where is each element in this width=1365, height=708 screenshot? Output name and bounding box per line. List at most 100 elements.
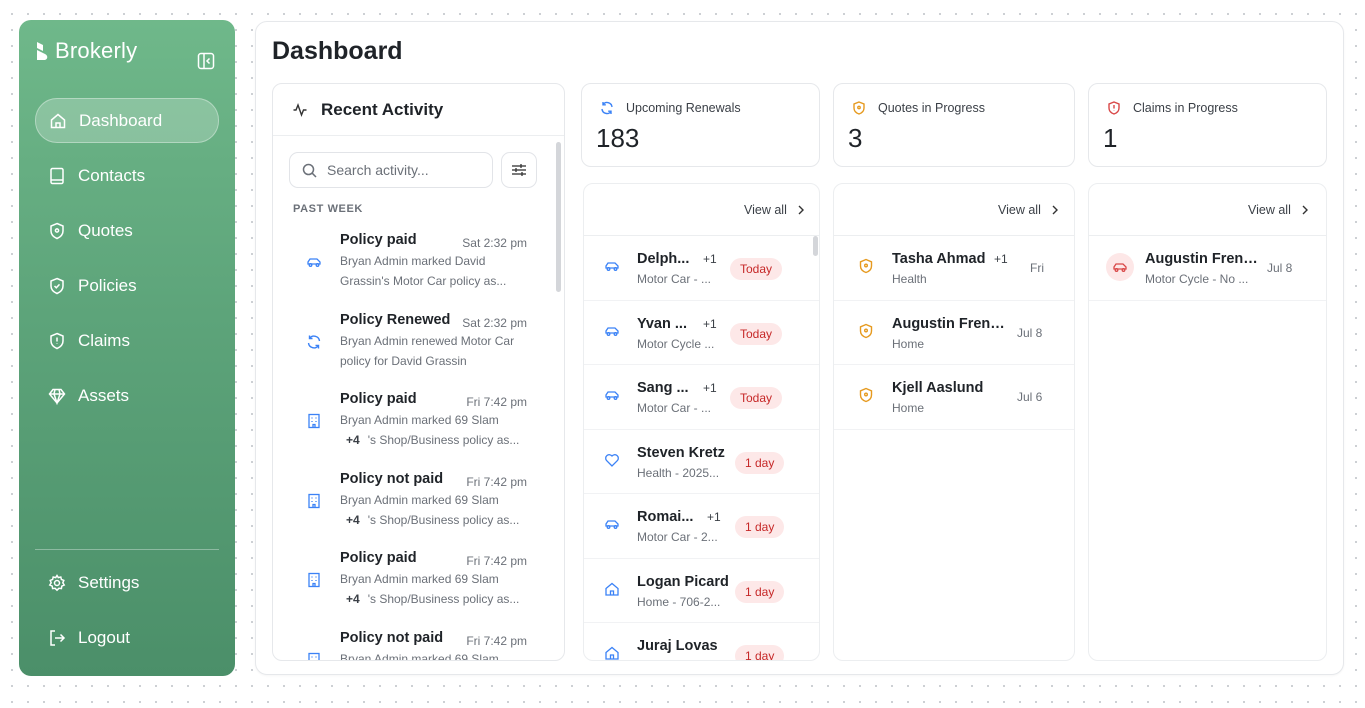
activity-time: Fri 7:42 pm [466,554,527,568]
activity-time: Fri 7:42 pm [466,395,527,409]
quote-date: Jul 6 [1017,390,1043,404]
activity-title: Policy paid [340,232,417,248]
quote-row[interactable]: Augustin Frene... Home Jul 8 [834,301,1074,365]
building-icon [308,652,320,660]
car-icon [605,262,619,271]
filter-button[interactable] [501,152,537,188]
activity-title: Policy not paid [340,470,444,487]
nav-label: Policies [78,275,137,295]
renewals-header: View all [584,184,819,236]
shield-alert-icon [48,332,66,350]
nav-label: Claims [78,330,130,350]
renewal-row[interactable]: Delph... +1 Motor Car - ... Today [584,236,819,301]
home-icon [605,646,619,660]
quotes-header: View all [834,184,1074,236]
view-all-label: View all [1248,203,1291,217]
activity-desc: 's Shop/Business policy as... [367,592,520,606]
claim-row[interactable]: Augustin Frene... Motor Cycle - No ... J… [1089,236,1326,301]
quote-row[interactable]: Kjell Aaslund Home Jul 6 [834,365,1074,430]
activity-title: Policy paid [340,550,417,566]
building-icon [308,493,320,508]
car-icon [1113,263,1127,272]
nav-item-policies[interactable]: Policies [35,263,219,308]
quote-extra-count: +1 [994,252,1008,266]
nav-item-contacts[interactable]: Contacts [35,153,219,198]
nav-divider [35,549,219,550]
building-icon [308,572,320,588]
nav-label: Quotes [78,220,133,240]
car-icon [605,326,619,336]
quote-subtitle: Health [892,272,927,286]
quote-date: Fri [1030,261,1044,275]
activity-desc: Bryan Admin renewed Motor Car [340,333,515,348]
sidebar: Brokerly Dashboard Contacts Quotes Polic… [19,20,235,676]
nav-label: Assets [78,385,130,405]
home-icon [605,582,619,596]
stat-value: 183 [596,123,640,153]
renewal-row[interactable]: Sang ... +1 Motor Car - ... Today [584,365,819,430]
due-badge: Today [730,387,783,409]
activity-time: Sat 2:32 pm [462,315,527,330]
shield-icon [859,323,873,338]
renewal-row[interactable]: Juraj Lovas 1 day [584,623,819,660]
renewal-extra-count: +1 [703,252,717,266]
renewal-row[interactable]: Romai... +1 Motor Car - 2... 1 day [584,494,819,559]
stat-card-claims[interactable]: Claims in Progress 1 [1088,83,1327,167]
activity-time: Fri 7:42 pm [466,633,527,648]
home-icon [49,112,67,130]
activity-desc: Bryan Admin marked 69 Slam [340,651,499,661]
gear-icon [48,573,66,592]
stat-card-quotes[interactable]: Quotes in Progress 3 [833,83,1075,167]
renewal-extra-count: +1 [703,381,717,395]
view-all-renewals[interactable]: View all [744,203,805,217]
activity-item[interactable]: Policy paid Sat 2:32 pm Bryan Admin mark… [273,230,553,310]
renewal-name: Yvan ... [637,315,687,332]
plus-count: +4 [346,433,360,447]
stat-card-renewals[interactable]: Upcoming Renewals 183 [581,83,820,167]
activity-desc: 's Shop/Business policy as... [367,433,520,447]
activity-item[interactable]: Policy Renewed Sat 2:32 pm Bryan Admin r… [273,310,553,390]
stat-label: Quotes in Progress [878,101,985,115]
activity-desc: Bryan Admin marked 69 Slam [340,572,499,586]
view-all-label: View all [744,203,787,217]
nav-item-claims[interactable]: Claims [35,318,219,363]
view-all-claims[interactable]: View all [1248,203,1309,217]
car-icon [605,391,619,400]
nav-item-settings[interactable]: Settings [35,560,219,605]
quote-date: Jul 8 [1017,325,1043,340]
activity-item[interactable]: Policy not paid Fri 7:42 pm Bryan Admin … [273,628,553,661]
nav-item-assets[interactable]: Assets [35,373,219,418]
search-input[interactable] [327,162,477,178]
brokerly-logo-icon [37,42,48,60]
shield-alert-icon [1108,101,1120,115]
activity-item[interactable]: Policy paid Fri 7:42 pm Bryan Admin mark… [273,389,553,469]
activity-item[interactable]: Policy not paid Fri 7:42 pm Bryan Admin … [273,469,553,549]
stat-label: Upcoming Renewals [626,101,741,115]
nav-item-dashboard[interactable]: Dashboard [35,98,219,143]
brand[interactable]: Brokerly [35,38,137,64]
renewal-row[interactable]: Logan Picard Home - 706-2... 1 day [584,559,819,623]
activity-scrollbar[interactable] [556,142,561,292]
activity-desc: Grassin's Motor Car policy as... [340,274,507,288]
nav-item-quotes[interactable]: Quotes [35,208,219,253]
view-all-quotes[interactable]: View all [998,203,1059,217]
activity-item[interactable]: Policy paid Fri 7:42 pm Bryan Admin mark… [273,548,553,628]
activity-desc: 's Shop/Business policy as... [367,512,520,527]
activity-icon [293,102,307,117]
nav-item-logout[interactable]: Logout [35,615,219,660]
renewal-row[interactable]: Yvan ... +1 Motor Cycle ... Today [584,301,819,365]
activity-search[interactable] [289,152,493,188]
recent-activity-header: Recent Activity [273,84,564,136]
claim-date: Jul 8 [1267,261,1293,275]
collapse-sidebar-icon[interactable] [197,52,215,70]
quote-subtitle: Home [892,336,925,351]
renewal-subtitle: Home - 706-2... [637,594,721,609]
due-badge: Today [730,322,783,345]
nav-label: Dashboard [79,110,163,130]
renewal-row[interactable]: Steven Kretz Health - 2025... 1 day [584,430,819,494]
quote-row[interactable]: Tasha Ahmad +1 Health Fri [834,236,1074,301]
recent-activity-title: Recent Activity [321,99,444,119]
plus-count: +4 [346,512,360,527]
renewal-name: Logan Picard [637,573,729,590]
renewal-subtitle: Health - 2025... [637,465,720,480]
